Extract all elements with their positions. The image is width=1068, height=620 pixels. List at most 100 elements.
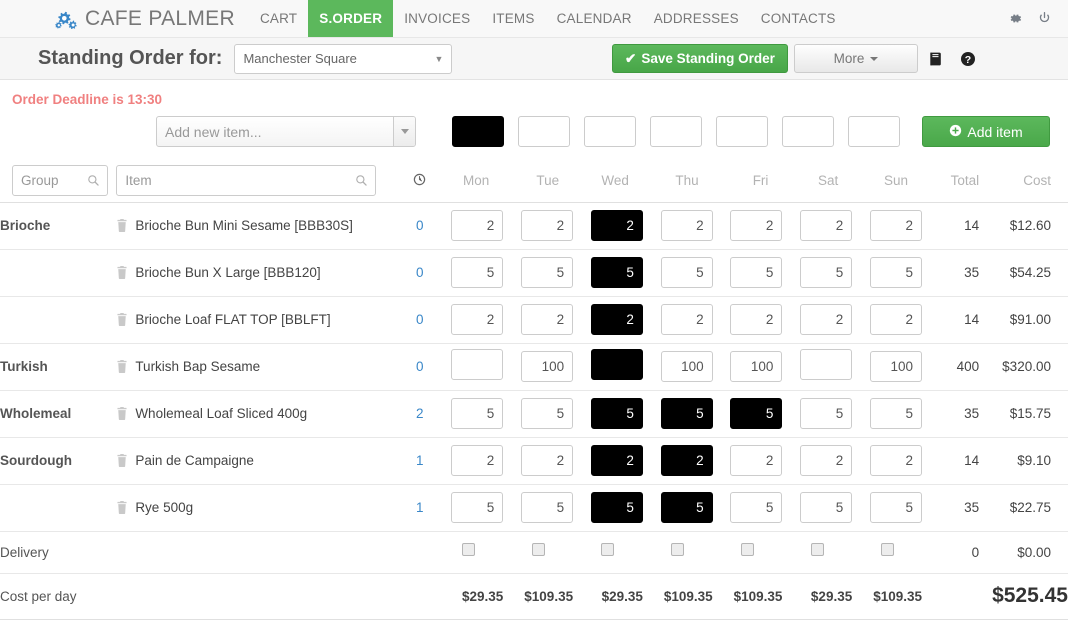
book-icon[interactable] [928, 51, 944, 67]
new-item-qty-sun[interactable] [848, 116, 900, 147]
delivery-checkbox-sat[interactable] [811, 543, 824, 556]
row-qty-mon: 2 [434, 296, 504, 343]
qty-input-sat[interactable]: 2 [800, 210, 852, 241]
delivery-checkbox-sun[interactable] [881, 543, 894, 556]
qty-input-fri[interactable]: 5 [730, 398, 782, 429]
qty-input-sat[interactable]: 2 [800, 304, 852, 335]
qty-input-thu[interactable]: 2 [661, 210, 713, 241]
item-search-input[interactable]: Item [116, 165, 376, 196]
qty-input-fri[interactable]: 100 [730, 351, 782, 382]
qty-input-tue[interactable]: 5 [521, 492, 573, 523]
row-stock[interactable]: 1 [406, 437, 433, 484]
delete-row-icon[interactable] [116, 313, 128, 326]
qty-input-mon[interactable]: 5 [451, 398, 503, 429]
qty-input-tue[interactable]: 5 [521, 398, 573, 429]
qty-input-sun[interactable]: 2 [870, 304, 922, 335]
new-item-qty-fri[interactable] [716, 116, 768, 147]
delete-row-icon[interactable] [116, 407, 128, 420]
clock-icon[interactable] [406, 160, 433, 202]
delete-row-icon[interactable] [116, 266, 128, 279]
qty-input-mon[interactable] [451, 349, 503, 380]
power-icon[interactable] [1037, 11, 1052, 26]
new-item-qty-sat[interactable] [782, 116, 834, 147]
add-new-item-select[interactable]: Add new item... [156, 116, 416, 147]
delivery-checkbox-wed[interactable] [601, 543, 614, 556]
nav-item-addresses[interactable]: ADDRESSES [643, 0, 750, 37]
qty-input-fri[interactable]: 5 [730, 257, 782, 288]
qty-input-mon[interactable]: 5 [451, 492, 503, 523]
qty-input-fri[interactable]: 2 [730, 445, 782, 476]
qty-input-tue[interactable]: 100 [521, 351, 573, 382]
qty-input-fri[interactable]: 2 [730, 210, 782, 241]
qty-input-wed[interactable]: 5 [591, 492, 643, 523]
add-item-button[interactable]: Add item [922, 116, 1050, 147]
qty-input-sun[interactable]: 5 [870, 398, 922, 429]
delete-row-icon[interactable] [116, 501, 128, 514]
qty-input-sun[interactable]: 2 [870, 445, 922, 476]
row-stock[interactable]: 0 [406, 296, 433, 343]
qty-input-wed[interactable]: 2 [591, 445, 643, 476]
delivery-checkbox-tue[interactable] [532, 543, 545, 556]
qty-input-thu[interactable]: 100 [661, 351, 713, 382]
qty-input-thu[interactable]: 5 [661, 257, 713, 288]
delivery-checkbox-thu[interactable] [671, 543, 684, 556]
row-stock[interactable]: 2 [406, 390, 433, 437]
nav-item-items[interactable]: ITEMS [481, 0, 545, 37]
new-item-qty-wed[interactable] [584, 116, 636, 147]
brand-logo[interactable]: CAFE PALMER [0, 0, 249, 37]
row-qty-sun: 2 [852, 296, 922, 343]
qty-input-wed[interactable]: 2 [591, 210, 643, 241]
qty-input-sat[interactable] [800, 349, 852, 380]
qty-input-thu[interactable]: 5 [661, 492, 713, 523]
more-button[interactable]: More [794, 44, 918, 73]
qty-input-wed[interactable]: 5 [591, 257, 643, 288]
qty-input-sat[interactable]: 5 [800, 257, 852, 288]
row-stock[interactable]: 0 [406, 202, 433, 249]
qty-input-fri[interactable]: 5 [730, 492, 782, 523]
new-item-qty-tue[interactable] [518, 116, 570, 147]
qty-input-tue[interactable]: 2 [521, 304, 573, 335]
chevron-down-icon[interactable] [393, 117, 415, 146]
nav-item-cart[interactable]: CART [249, 0, 308, 37]
delivery-checkbox-fri[interactable] [741, 543, 754, 556]
qty-input-sat[interactable]: 5 [800, 492, 852, 523]
question-circle-icon[interactable]: ? [960, 51, 976, 67]
nav-item-sorder[interactable]: S.ORDER [308, 0, 393, 37]
qty-input-wed[interactable] [591, 349, 643, 380]
qty-input-tue[interactable]: 2 [521, 445, 573, 476]
qty-input-thu[interactable]: 2 [661, 445, 713, 476]
nav-item-invoices[interactable]: INVOICES [393, 0, 481, 37]
qty-input-mon[interactable]: 2 [451, 445, 503, 476]
qty-input-tue[interactable]: 2 [521, 210, 573, 241]
row-stock[interactable]: 1 [406, 484, 433, 531]
qty-input-wed[interactable]: 5 [591, 398, 643, 429]
delete-row-icon[interactable] [116, 360, 128, 373]
qty-input-sat[interactable]: 2 [800, 445, 852, 476]
new-item-qty-thu[interactable] [650, 116, 702, 147]
new-item-qty-mon[interactable] [452, 116, 504, 147]
delivery-checkbox-mon[interactable] [462, 543, 475, 556]
qty-input-sun[interactable]: 5 [870, 492, 922, 523]
qty-input-thu[interactable]: 2 [661, 304, 713, 335]
qty-input-sun[interactable]: 2 [870, 210, 922, 241]
gear-icon[interactable] [1008, 11, 1023, 26]
qty-input-thu[interactable]: 5 [661, 398, 713, 429]
nav-item-contacts[interactable]: CONTACTS [750, 0, 847, 37]
nav-item-calendar[interactable]: CALENDAR [546, 0, 643, 37]
qty-input-tue[interactable]: 5 [521, 257, 573, 288]
delete-row-icon[interactable] [116, 219, 128, 232]
qty-input-mon[interactable]: 5 [451, 257, 503, 288]
qty-input-wed[interactable]: 2 [591, 304, 643, 335]
row-stock[interactable]: 0 [406, 249, 433, 296]
qty-input-fri[interactable]: 2 [730, 304, 782, 335]
qty-input-mon[interactable]: 2 [451, 210, 503, 241]
qty-input-sun[interactable]: 100 [870, 351, 922, 382]
row-stock[interactable]: 0 [406, 343, 433, 390]
delete-row-icon[interactable] [116, 454, 128, 467]
group-search-input[interactable]: Group [12, 165, 108, 196]
location-select[interactable]: Manchester Square ▼ [234, 44, 452, 74]
save-standing-order-button[interactable]: ✔ Save Standing Order [612, 44, 788, 73]
qty-input-sun[interactable]: 5 [870, 257, 922, 288]
qty-input-mon[interactable]: 2 [451, 304, 503, 335]
qty-input-sat[interactable]: 5 [800, 398, 852, 429]
